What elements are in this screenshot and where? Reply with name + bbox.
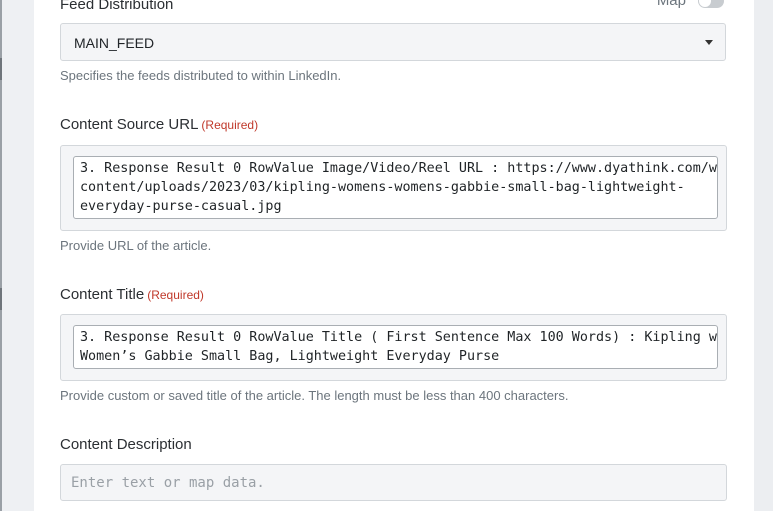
content-title-label-text: Content Title	[60, 286, 145, 303]
form-panel: Feed Distribution Map MAIN_FEED Specifie…	[34, 0, 754, 511]
feed-distribution-label: Feed Distribution	[60, 0, 174, 13]
text-line: 3. Response Result 0 RowValue Title ( Fi…	[80, 330, 718, 345]
content-title-help: Provide custom or saved title of the art…	[60, 388, 569, 403]
feed-distribution-help: Specifies the feeds distributed to withi…	[60, 68, 342, 83]
left-edge-mark	[0, 58, 2, 80]
map-toggle-group[interactable]: Map	[657, 0, 724, 9]
content-source-url-label-text: Content Source URL	[60, 116, 199, 133]
content-title-field[interactable]: 3. Response Result 0 RowValue Title ( Fi…	[73, 325, 718, 369]
text-line: 3. Response Result 0 RowValue Image/Vide…	[80, 161, 718, 176]
content-source-url-map-box: 3. Response Result 0 RowValue Image/Vide…	[60, 145, 727, 231]
toggle-knob	[699, 0, 711, 7]
map-toggle-label: Map	[656, 0, 686, 9]
text-line: everyday-purse-casual.jpg	[80, 199, 282, 214]
left-gutter	[0, 0, 34, 511]
right-gutter	[754, 0, 773, 511]
required-tag: (Required)	[201, 118, 259, 132]
content-source-url-help: Provide URL of the article.	[60, 238, 212, 253]
required-tag: (Required)	[147, 288, 204, 302]
content-description-input[interactable]	[60, 464, 727, 501]
left-edge-mark	[0, 288, 2, 310]
feed-distribution-selected-value: MAIN_FEED	[74, 35, 155, 51]
map-toggle-switch[interactable]	[698, 0, 724, 8]
feed-distribution-select[interactable]: MAIN_FEED	[60, 23, 726, 61]
chevron-down-icon	[705, 40, 713, 45]
text-line: Women’s Gabbie Small Bag, Lightweight Ev…	[80, 349, 500, 364]
content-source-url-field[interactable]: 3. Response Result 0 RowValue Image/Vide…	[73, 156, 718, 219]
content-description-label: Content Description	[60, 436, 192, 453]
content-source-url-label: Content Source URL (Required)	[60, 116, 258, 133]
text-line: content/uploads/2023/03/kipling-womens-w…	[80, 180, 685, 195]
content-title-map-box: 3. Response Result 0 RowValue Title ( Fi…	[60, 314, 727, 381]
content-title-label: Content Title (Required)	[60, 286, 204, 303]
